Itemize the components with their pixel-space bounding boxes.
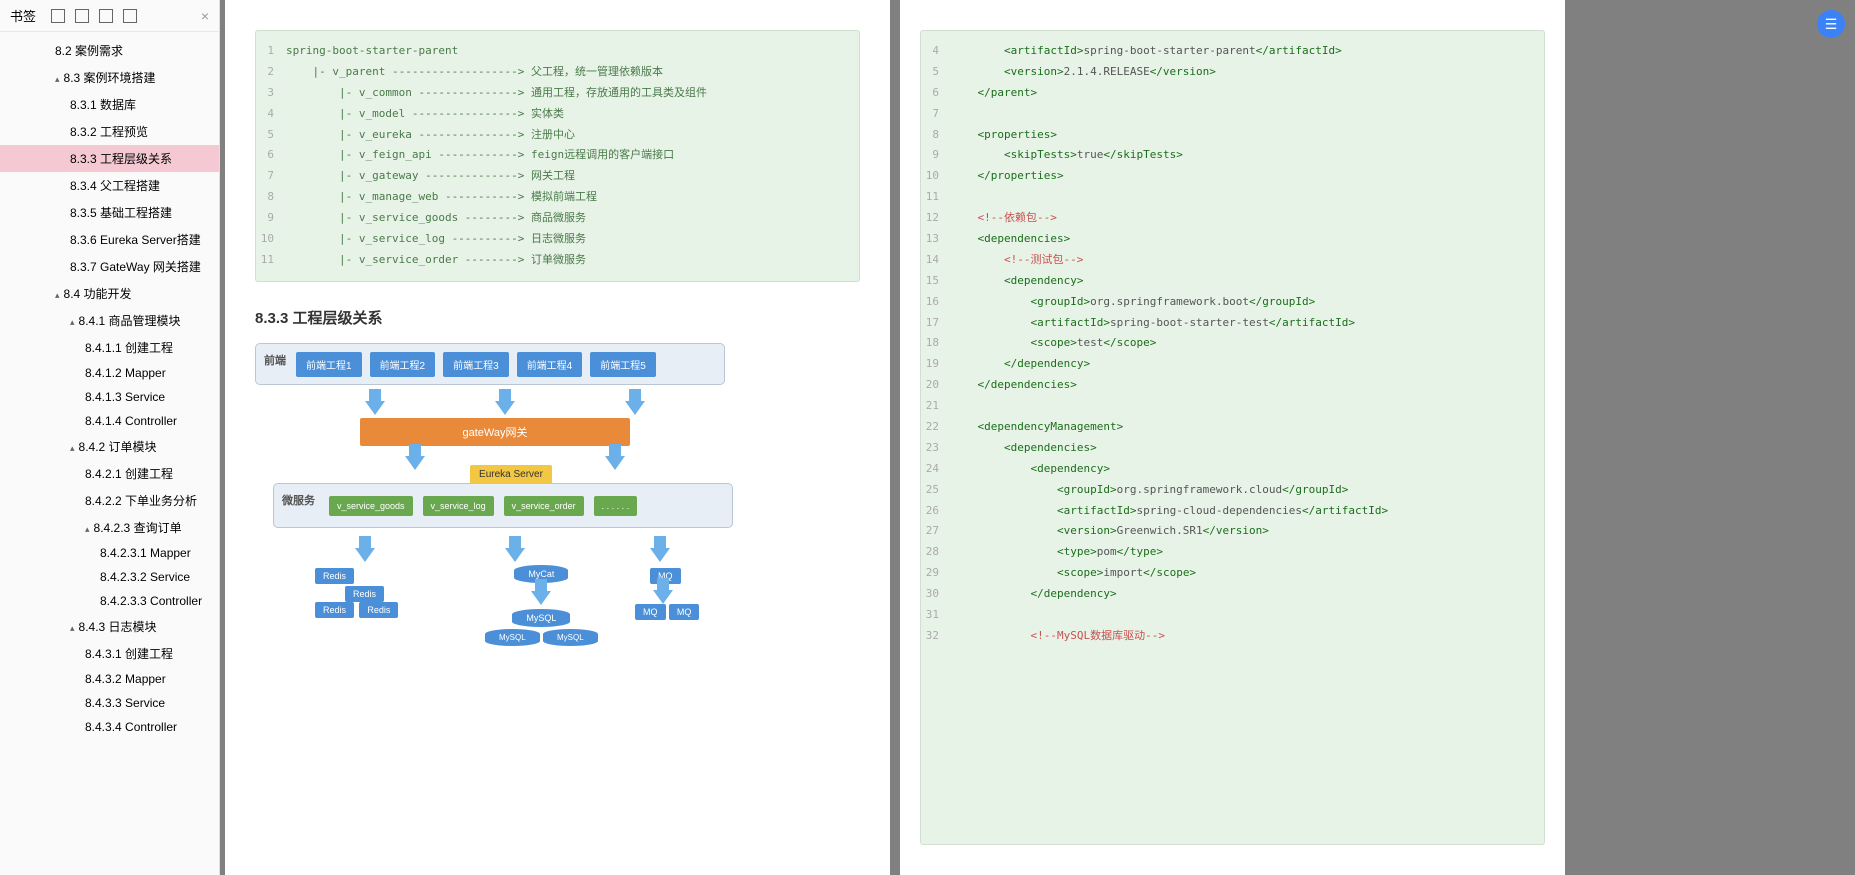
bookmark-icon[interactable]: [123, 9, 137, 23]
frontend-box: 前端工程3: [443, 352, 509, 377]
bookmark-tree[interactable]: 8.2 案例需求8.3 案例环境搭建8.3.1 数据库8.3.2 工程预览8.3…: [0, 32, 219, 875]
arrow-icon: [653, 590, 673, 604]
bookmark-item[interactable]: 8.3.2 工程预览: [0, 118, 219, 145]
bookmark-item[interactable]: 8.4.2.2 下单业务分析: [0, 487, 219, 514]
bookmark-item[interactable]: 8.3.3 工程层级关系: [0, 145, 219, 172]
bookmark-item[interactable]: 8.3.7 GateWay 网关搭建: [0, 253, 219, 280]
bookmark-item[interactable]: 8.4.3.3 Service: [0, 691, 219, 715]
close-icon[interactable]: ×: [201, 8, 209, 24]
microservice-layer: 微服务 v_service_goodsv_service_logv_servic…: [273, 483, 733, 528]
sidebar-header: 书签 ×: [0, 0, 219, 32]
service-boxes: v_service_goods v_service_log v_service_or…: [329, 496, 637, 516]
bookmark-item[interactable]: 8.4.2.1 创建工程: [0, 460, 219, 487]
frontend-box: 前端工程2: [370, 352, 436, 377]
bookmark-item[interactable]: 8.4.1 商品管理模块: [0, 307, 219, 334]
bookmark-item[interactable]: 8.4.3.2 Mapper: [0, 667, 219, 691]
float-action-icon[interactable]: ☰: [1817, 10, 1845, 38]
frontend-boxes: 前端工程1 前端工程2 前端工程3 前端工程4 前端工程5: [296, 352, 656, 377]
project-structure-code: 1spring-boot-starter-parent2 |- v_parent…: [255, 30, 860, 282]
frontend-layer: 前端 前端工程1前端工程2前端工程3前端工程4前端工程5: [255, 343, 725, 385]
bookmark-item[interactable]: 8.4.2.3.2 Service: [0, 565, 219, 589]
bookmark-item[interactable]: 8.4.1.1 创建工程: [0, 334, 219, 361]
bookmark-item[interactable]: 8.4.1.2 Mapper: [0, 361, 219, 385]
section-heading: 8.3.3 工程层级关系: [255, 307, 860, 328]
sidebar-title: 书签: [10, 6, 36, 25]
bookmark-item[interactable]: 8.4.2.3 查询订单: [0, 514, 219, 541]
arrow-icon: [531, 591, 551, 605]
bookmark-item[interactable]: 8.3 案例环境搭建: [0, 64, 219, 91]
pom-xml-code: 4 <artifactId>spring-boot-starter-parent…: [920, 30, 1545, 845]
service-box: v_service_goods: [329, 496, 413, 516]
bookmark-item[interactable]: 8.3.5 基础工程搭建: [0, 199, 219, 226]
gateway-box: gateWay网关: [360, 418, 630, 446]
collapse-icon[interactable]: [75, 9, 89, 23]
frontend-box: 前端工程1: [296, 352, 362, 377]
page-left: 1spring-boot-starter-parent2 |- v_parent…: [225, 0, 890, 875]
bookmark-item[interactable]: 8.4.3 日志模块: [0, 613, 219, 640]
frontend-box: 前端工程4: [517, 352, 583, 377]
redis-cluster: Redis Redis Redis Redis: [315, 568, 398, 618]
bookmark-item[interactable]: 8.4.2.3.1 Mapper: [0, 541, 219, 565]
arrow-icon: [505, 548, 525, 562]
bookmark-item[interactable]: 8.3.6 Eureka Server搭建: [0, 226, 219, 253]
bookmark-item[interactable]: 8.3.1 数据库: [0, 91, 219, 118]
page-right: 4 <artifactId>spring-boot-starter-parent…: [900, 0, 1565, 875]
service-box: . . . . . .: [594, 496, 638, 516]
service-box: v_service_log: [423, 496, 494, 516]
sidebar-toolbar: [51, 9, 137, 23]
expand-icon[interactable]: [51, 9, 65, 23]
bookmark-item[interactable]: 8.4.3.4 Controller: [0, 715, 219, 739]
add-bookmark-icon[interactable]: [99, 9, 113, 23]
arrow-icon: [405, 456, 425, 470]
arrow-icon: [625, 401, 645, 415]
arrow-icon: [495, 401, 515, 415]
mq-cluster: MQ MQ MQ: [635, 568, 699, 620]
bookmarks-sidebar: 书签 × 8.2 案例需求8.3 案例环境搭建8.3.1 数据库8.3.2 工程…: [0, 0, 220, 875]
eureka-box: Eureka Server: [470, 465, 552, 484]
bookmark-item[interactable]: 8.4.2.3.3 Controller: [0, 589, 219, 613]
bookmark-item[interactable]: 8.4.3.1 创建工程: [0, 640, 219, 667]
mycat-cluster: MyCat MySQL MySQL MySQL: [485, 565, 598, 646]
bookmark-item[interactable]: 8.4 功能开发: [0, 280, 219, 307]
arrow-icon: [650, 548, 670, 562]
architecture-diagram: 前端 前端工程1前端工程2前端工程3前端工程4前端工程5 gateWay网关 E…: [255, 343, 735, 663]
bookmark-item[interactable]: 8.3.4 父工程搭建: [0, 172, 219, 199]
bookmark-item[interactable]: 8.2 案例需求: [0, 37, 219, 64]
arrow-icon: [605, 456, 625, 470]
arrow-icon: [365, 401, 385, 415]
bookmark-item[interactable]: 8.4.1.4 Controller: [0, 409, 219, 433]
document-viewport: 1spring-boot-starter-parent2 |- v_parent…: [220, 0, 1855, 875]
frontend-box: 前端工程5: [590, 352, 656, 377]
bookmark-item[interactable]: 8.4.1.3 Service: [0, 385, 219, 409]
arrow-icon: [355, 548, 375, 562]
service-box: v_service_order: [504, 496, 584, 516]
bookmark-item[interactable]: 8.4.2 订单模块: [0, 433, 219, 460]
